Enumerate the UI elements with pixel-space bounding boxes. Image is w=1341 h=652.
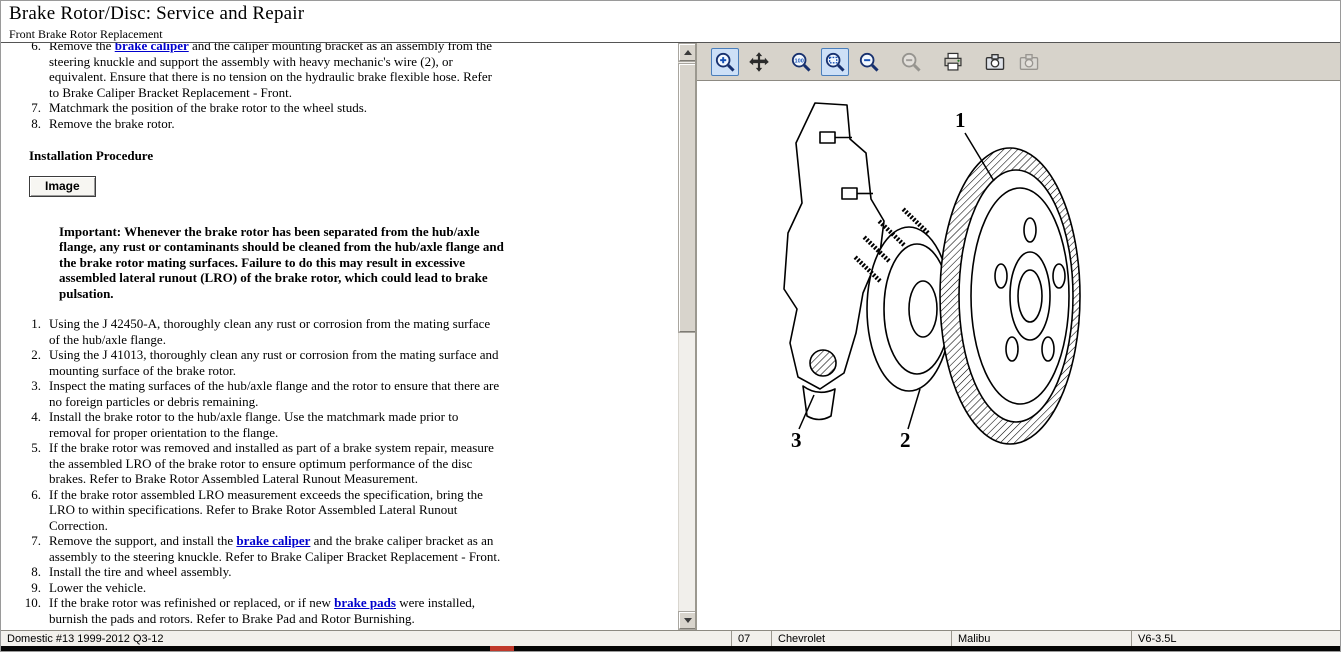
step-text: Using the J 42450-A, thoroughly clean an… — [49, 316, 501, 347]
image-panel: 100 — [695, 43, 1340, 630]
step-text-part: Remove the — [49, 43, 115, 53]
svg-text:100: 100 — [794, 58, 803, 64]
zoom-in-icon — [714, 51, 736, 73]
taskbar-red-item — [490, 646, 514, 651]
zoom-100-icon: 100 — [790, 51, 812, 73]
printer-icon — [942, 51, 964, 73]
brake-rotor-drawing — [940, 148, 1080, 444]
zoom-out-disabled-icon — [900, 51, 922, 73]
image-button[interactable]: Image — [29, 176, 96, 197]
install-step: 1. Using the J 42450-A, thoroughly clean… — [1, 316, 663, 347]
arrow-down-icon — [684, 618, 692, 623]
step-text: Remove the brake rotor. — [49, 116, 501, 132]
removal-step: 7. Matchmark the position of the brake r… — [1, 100, 663, 116]
step-text: Install the tire and wheel assembly. — [49, 564, 501, 580]
install-step: 2. Using the J 41013, thoroughly clean a… — [1, 347, 663, 378]
zoom-100-button[interactable]: 100 — [787, 48, 815, 76]
removal-step: 6. Remove the brake caliper and the cali… — [1, 43, 663, 100]
callout-2: 2 — [900, 428, 911, 452]
zoom-out-button[interactable] — [855, 48, 883, 76]
install-step: 9. Lower the vehicle. — [1, 580, 663, 596]
install-step: 4. Install the brake rotor to the hub/ax… — [1, 409, 663, 440]
zoom-out-alt-button — [897, 48, 925, 76]
step-text: If the brake rotor was refinished or rep… — [49, 595, 501, 626]
step-text: Lower the vehicle. — [49, 580, 501, 596]
step-number: 2. — [1, 347, 49, 378]
step-number: 8. — [1, 564, 49, 580]
install-step: 10. If the brake rotor was refinished or… — [1, 595, 663, 626]
status-engine: V6-3.5L — [1132, 631, 1340, 646]
step-text: Install the brake rotor to the hub/axle … — [49, 409, 501, 440]
step-number: 4. — [1, 409, 49, 440]
document-scrollbar[interactable] — [678, 43, 695, 630]
document-panel: 6. Remove the brake caliper and the cali… — [1, 43, 695, 630]
important-note: Important: Whenever the brake rotor has … — [59, 224, 511, 302]
callout-3: 3 — [791, 428, 802, 452]
brake-pads-link[interactable]: brake pads — [334, 595, 396, 610]
page-subtitle: Front Brake Rotor Replacement — [9, 27, 1340, 42]
step-text: Matchmark the position of the brake roto… — [49, 100, 501, 116]
app-window: Brake Rotor/Disc: Service and Repair Fro… — [0, 0, 1341, 652]
step-number: 7. — [1, 533, 49, 564]
copy-image-button[interactable] — [981, 48, 1009, 76]
scroll-up-button[interactable] — [679, 44, 695, 61]
scrollbar-thumb[interactable] — [679, 64, 695, 332]
callout-1: 1 — [955, 108, 966, 132]
install-step: 7. Remove the support, and install the b… — [1, 533, 663, 564]
zoom-out-icon — [858, 51, 880, 73]
install-step: 8. Install the tire and wheel assembly. — [1, 564, 663, 580]
step-number: 9. — [1, 580, 49, 596]
arrow-up-icon — [684, 50, 692, 55]
step-number: 6. — [1, 43, 49, 100]
pan-icon — [748, 51, 770, 73]
step-text: Using the J 41013, thoroughly clean any … — [49, 347, 501, 378]
page-title: Brake Rotor/Disc: Service and Repair — [9, 3, 1340, 25]
zoom-in-button[interactable] — [711, 48, 739, 76]
step-number: 3. — [1, 378, 49, 409]
step-text: Remove the brake caliper and the caliper… — [49, 43, 501, 100]
step-number: 5. — [1, 440, 49, 487]
install-step: 5. If the brake rotor was removed and in… — [1, 440, 663, 487]
step-text-part: Remove the support, and install the — [49, 533, 236, 548]
document-content: 6. Remove the brake caliper and the cali… — [1, 43, 663, 626]
brake-rotor-diagram: 1 2 3 — [697, 81, 1341, 629]
status-year: 07 — [732, 631, 772, 646]
zoom-fit-icon — [824, 51, 846, 73]
step-text: If the brake rotor assembled LRO measure… — [49, 487, 501, 534]
step-text-part: If the brake rotor was refinished or rep… — [49, 595, 334, 610]
step-number: 6. — [1, 487, 49, 534]
step-number: 10. — [1, 595, 49, 626]
brake-caliper-link[interactable]: brake caliper — [115, 43, 189, 53]
header: Brake Rotor/Disc: Service and Repair Fro… — [1, 1, 1340, 43]
status-model: Malibu — [952, 631, 1132, 646]
status-bar: Domestic #13 1999-2012 Q3-12 07 Chevrole… — [1, 630, 1340, 646]
camera-disabled-icon — [1018, 51, 1040, 73]
install-step: 3. Inspect the mating surfaces of the hu… — [1, 378, 663, 409]
step-text: If the brake rotor was removed and insta… — [49, 440, 501, 487]
taskbar-strip — [1, 646, 1340, 651]
image-toolbar: 100 — [697, 43, 1340, 81]
camera-icon — [984, 51, 1006, 73]
save-image-button — [1015, 48, 1043, 76]
step-number: 7. — [1, 100, 49, 116]
installation-procedure-heading: Installation Procedure — [29, 148, 663, 164]
status-make: Chevrolet — [772, 631, 952, 646]
steering-knuckle-drawing — [784, 103, 884, 420]
step-number: 8. — [1, 116, 49, 132]
installation-steps-list: 1. Using the J 42450-A, thoroughly clean… — [1, 316, 663, 626]
scroll-down-button[interactable] — [679, 612, 695, 629]
step-number: 1. — [1, 316, 49, 347]
pan-button[interactable] — [745, 48, 773, 76]
brake-rotor-diagram-viewport[interactable]: 1 2 3 — [697, 81, 1340, 630]
zoom-fit-button[interactable] — [821, 48, 849, 76]
install-step: 6. If the brake rotor assembled LRO meas… — [1, 487, 663, 534]
status-database: Domestic #13 1999-2012 Q3-12 — [1, 631, 732, 646]
step-text: Remove the support, and install the brak… — [49, 533, 501, 564]
removal-step: 8. Remove the brake rotor. — [1, 116, 663, 132]
step-text: Inspect the mating surfaces of the hub/a… — [49, 378, 501, 409]
brake-caliper-link[interactable]: brake caliper — [236, 533, 310, 548]
print-button[interactable] — [939, 48, 967, 76]
